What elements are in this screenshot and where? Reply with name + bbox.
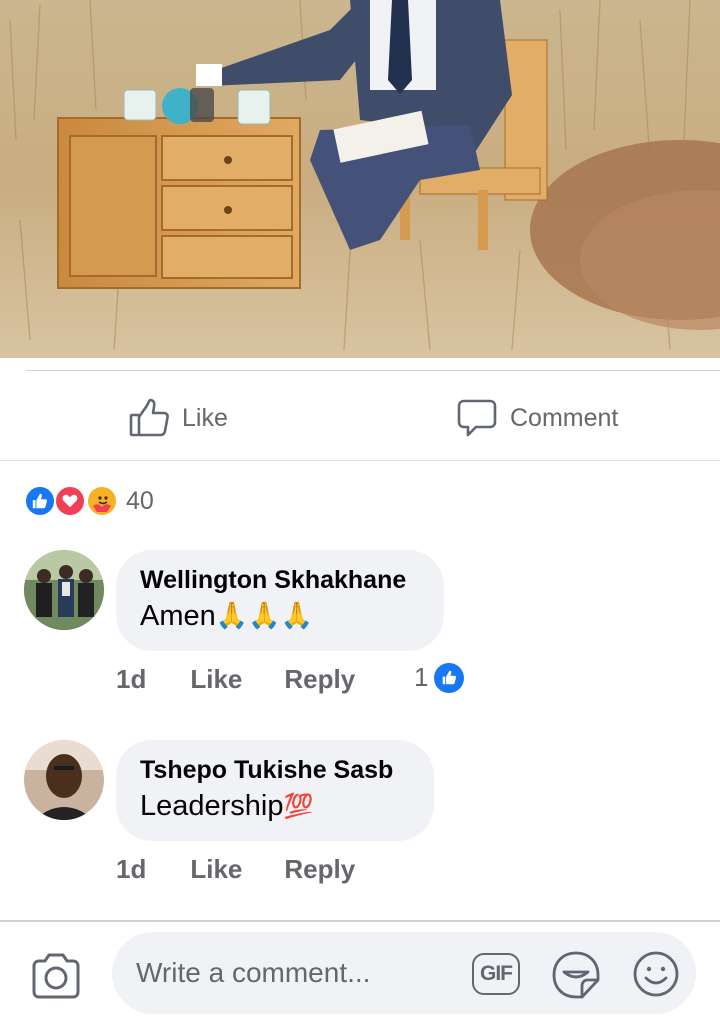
love-reaction-icon — [54, 485, 86, 517]
avatar[interactable] — [24, 740, 104, 820]
care-reaction-icon — [86, 485, 118, 517]
camera-icon[interactable] — [30, 952, 82, 1000]
reaction-icons — [24, 484, 122, 518]
avatar[interactable] — [24, 550, 104, 630]
emoji-icon[interactable] — [632, 950, 680, 998]
photo-divider — [26, 370, 720, 371]
praying-hands-emoji: 🙏🙏🙏 — [215, 601, 313, 631]
comment-meta: 1d Like Reply — [116, 854, 355, 885]
reaction-summary[interactable]: 40 — [24, 484, 154, 518]
comment-composer: GIF — [112, 932, 696, 1014]
comment-label: Comment — [510, 403, 619, 432]
like-reaction-icon — [24, 485, 56, 517]
comment-body: Amen — [140, 600, 216, 632]
post-photo[interactable] — [0, 0, 720, 358]
sticker-icon[interactable] — [550, 950, 602, 1000]
hundred-points-emoji: 💯 — [283, 792, 314, 820]
comment-reaction-count[interactable]: 1 — [414, 662, 465, 693]
comment-bubble[interactable]: Wellington Skhakhane Amen 🙏🙏🙏 — [116, 550, 444, 651]
comment-body: Leadership — [140, 790, 284, 822]
comment-author[interactable]: Wellington Skhakhane — [140, 564, 420, 596]
comment-input[interactable] — [136, 932, 456, 1014]
comment-text: Amen 🙏🙏🙏 — [140, 596, 420, 636]
comment-bubble-icon — [456, 397, 498, 439]
comment-text: Leadership 💯 — [140, 786, 410, 826]
reaction-count: 40 — [126, 486, 154, 515]
post-photo-illustration — [0, 0, 720, 358]
comment-time[interactable]: 1d — [116, 664, 146, 695]
like-label: Like — [182, 403, 228, 432]
comment-author[interactable]: Tshepo Tukishe Sasb — [140, 754, 410, 786]
thumbs-up-icon — [128, 397, 170, 439]
comment-like-button[interactable]: Like — [190, 854, 242, 885]
comment-time[interactable]: 1d — [116, 854, 146, 885]
comment-button[interactable]: Comment — [456, 396, 618, 440]
comment-reply-button[interactable]: Reply — [284, 664, 355, 695]
composer-divider — [0, 920, 720, 922]
comment-bubble[interactable]: Tshepo Tukishe Sasb Leadership 💯 — [116, 740, 434, 841]
comment-reaction-number: 1 — [414, 662, 429, 692]
like-reaction-icon — [434, 662, 465, 693]
comment-meta: 1d Like Reply — [116, 664, 355, 695]
comment-like-button[interactable]: Like — [190, 664, 242, 695]
post-action-bar: Like Comment — [0, 380, 720, 460]
like-button[interactable]: Like — [128, 396, 228, 440]
comment-reply-button[interactable]: Reply — [284, 854, 355, 885]
action-divider — [0, 460, 720, 461]
gif-icon[interactable]: GIF — [472, 953, 520, 995]
